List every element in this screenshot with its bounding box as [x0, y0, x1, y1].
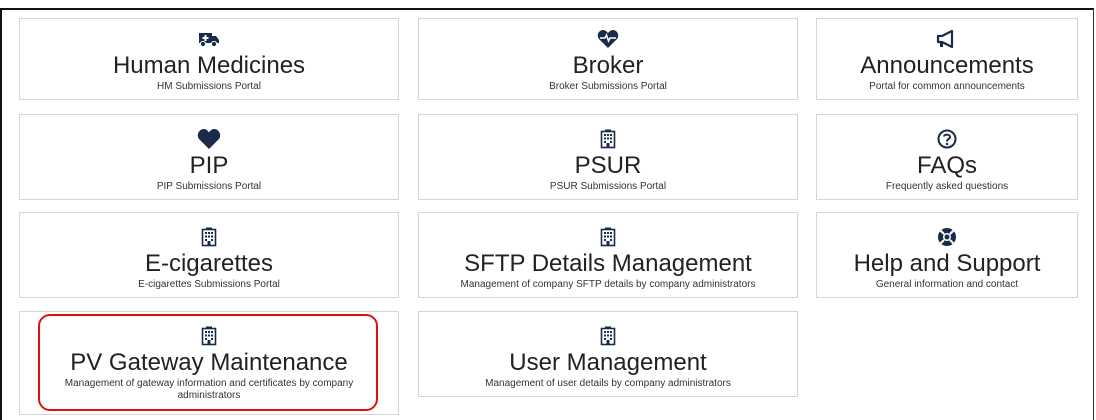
tile-title: PV Gateway Maintenance: [70, 349, 348, 376]
life-ring-icon: [937, 225, 957, 249]
tile-user-management[interactable]: User Management Management of user detai…: [418, 311, 798, 397]
tile-e-cigarettes[interactable]: E-cigarettes E-cigarettes Submissions Po…: [19, 212, 399, 298]
tile-pv-gateway-maintenance[interactable]: PV Gateway Maintenance Management of gat…: [19, 311, 399, 415]
tile-title: User Management: [509, 349, 707, 376]
tile-subtitle: Management of gateway information and ce…: [64, 378, 354, 401]
heartbeat-icon: [597, 27, 619, 51]
building-icon: [600, 127, 616, 151]
building-icon: [600, 225, 616, 249]
heart-icon: [197, 127, 221, 151]
tile-subtitle: Broker Submissions Portal: [549, 81, 667, 92]
tile-sftp-details-management[interactable]: SFTP Details Management Management of co…: [418, 212, 798, 298]
tile-subtitle: E-cigarettes Submissions Portal: [138, 279, 280, 290]
tile-subtitle: Portal for common announcements: [869, 81, 1025, 92]
tile-human-medicines[interactable]: Human Medicines HM Submissions Portal: [19, 18, 399, 100]
tile-subtitle: Management of user details by company ad…: [485, 378, 731, 389]
question-circle-icon: [937, 127, 957, 151]
tile-title: PSUR: [574, 152, 642, 179]
megaphone-icon: [936, 27, 958, 51]
building-icon: [201, 225, 217, 249]
tile-title: E-cigarettes: [144, 250, 274, 277]
tile-title: Human Medicines: [112, 52, 306, 79]
tile-subtitle: HM Submissions Portal: [157, 81, 261, 92]
tile-help-and-support[interactable]: Help and Support General information and…: [816, 212, 1078, 298]
ambulance-icon: [198, 27, 220, 51]
tile-psur[interactable]: PSUR PSUR Submissions Portal: [418, 114, 798, 200]
tile-title: Broker: [572, 52, 644, 79]
tile-title: SFTP Details Management: [464, 250, 752, 277]
tile-subtitle: Frequently asked questions: [885, 181, 1009, 192]
tile-subtitle: General information and contact: [875, 279, 1019, 290]
tile-announcements[interactable]: Announcements Portal for common announce…: [816, 18, 1078, 100]
tile-title: Announcements: [860, 52, 1034, 79]
building-icon: [600, 324, 616, 348]
tile-subtitle: Management of company SFTP details by co…: [460, 279, 756, 290]
tile-title: Help and Support: [853, 250, 1041, 277]
tile-pip[interactable]: PIP PIP Submissions Portal: [19, 114, 399, 200]
tile-title: PIP: [189, 152, 229, 179]
tile-faqs[interactable]: FAQs Frequently asked questions: [816, 114, 1078, 200]
tile-title: FAQs: [916, 152, 977, 179]
tile-subtitle: PSUR Submissions Portal: [549, 181, 667, 192]
building-icon: [201, 324, 217, 348]
tile-subtitle: PIP Submissions Portal: [156, 181, 262, 192]
tile-broker[interactable]: Broker Broker Submissions Portal: [418, 18, 798, 100]
